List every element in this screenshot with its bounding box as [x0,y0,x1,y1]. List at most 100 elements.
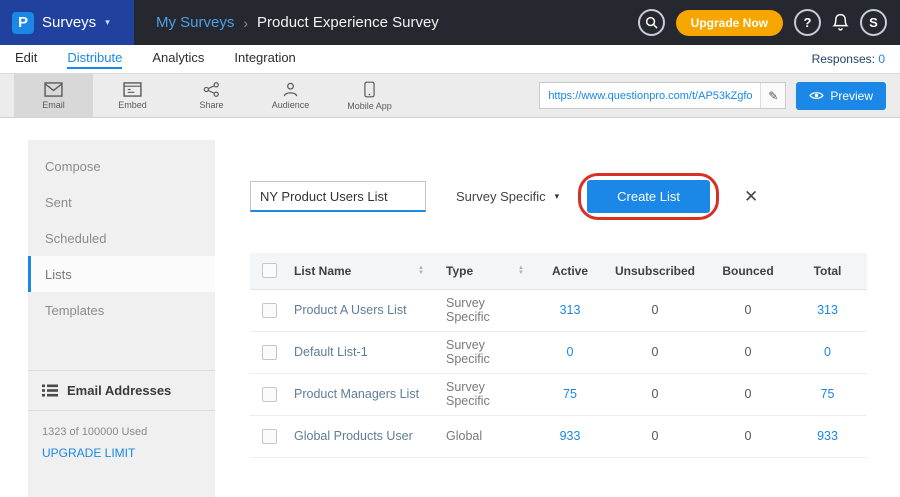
unsubscribed-count: 0 [602,415,708,457]
breadcrumb-my-surveys[interactable]: My Surveys [156,14,234,31]
channel-embed[interactable]: Embed [93,74,172,117]
sidebar-item-compose[interactable]: Compose [28,148,215,184]
questionpro-logo-icon: P [12,12,34,34]
share-icon [203,82,220,97]
row-checkbox[interactable] [262,303,277,318]
lists-panel: Survey Specific ▾ Create List ✕ List Nam… [215,140,900,497]
unsubscribed-count: 0 [602,289,708,331]
active-count[interactable]: 313 [538,289,602,331]
table-row: Product Managers List Survey Specific 75… [250,373,867,415]
search-button[interactable] [638,9,665,36]
channel-share[interactable]: Share [172,74,251,117]
question-mark-icon: ? [804,15,812,30]
bell-icon [832,13,849,32]
pencil-icon: ✎ [768,89,778,103]
create-list-row: Survey Specific ▾ Create List ✕ [250,180,900,213]
row-checkbox[interactable] [262,429,277,444]
table-row: Global Products User Global 933 0 0 933 [250,415,867,457]
header-total: Total [788,253,867,289]
sidebar-item-scheduled[interactable]: Scheduled [28,220,215,256]
bounced-count: 0 [708,373,788,415]
list-type-selected: Survey Specific [456,189,546,204]
table-row: Default List-1 Survey Specific 0 0 0 0 [250,331,867,373]
product-name: Surveys [42,14,96,31]
email-addresses-title: Email Addresses [67,383,171,398]
eye-icon [809,90,824,101]
list-type: Survey Specific [438,289,538,331]
active-count[interactable]: 75 [538,373,602,415]
table-row: Product A Users List Survey Specific 313… [250,289,867,331]
unsubscribed-count: 0 [602,331,708,373]
tab-integration[interactable]: Integration [234,50,295,69]
sort-icon: ▲▼ [418,266,424,276]
total-count[interactable]: 0 [788,331,867,373]
header-type[interactable]: Type ▲▼ [438,253,538,289]
channel-email[interactable]: Email [14,74,93,117]
help-button[interactable]: ? [794,9,821,36]
bounced-count: 0 [708,331,788,373]
user-avatar[interactable]: S [860,9,887,36]
header-bounced: Bounced [708,253,788,289]
row-checkbox[interactable] [262,387,277,402]
bounced-count: 0 [708,289,788,331]
header-list-name[interactable]: List Name ▲▼ [286,253,438,289]
responses-counter: Responses: 0 [812,52,885,66]
tab-analytics[interactable]: Analytics [152,50,204,69]
email-lists-table: List Name ▲▼ Type ▲▼ Active Unsubscribed… [250,253,867,458]
list-name-link[interactable]: Product A Users List [286,289,438,331]
header-actions: Upgrade Now ? S [638,9,900,36]
sort-icon: ▲▼ [518,266,524,276]
edit-url-button[interactable]: ✎ [760,83,785,108]
tab-edit[interactable]: Edit [15,50,37,69]
create-list-button[interactable]: Create List [587,180,710,213]
close-icon[interactable]: ✕ [744,187,758,207]
search-icon [645,16,658,29]
list-type: Global [438,415,538,457]
survey-url-box: ✎ [539,82,786,109]
list-type-dropdown[interactable]: Survey Specific ▾ [456,189,559,204]
preview-button[interactable]: Preview [796,82,886,110]
breadcrumb-separator: › [243,15,248,31]
select-all-checkbox[interactable] [262,263,277,278]
active-count[interactable]: 933 [538,415,602,457]
distribute-toolbar: Email Embed Share Audience Mobile App ✎ … [0,73,900,118]
upgrade-now-button[interactable]: Upgrade Now [676,10,783,36]
chevron-down-icon: ▾ [555,191,560,202]
email-addresses-block: Email Addresses 1323 of 100000 Used UPGR… [28,370,215,468]
list-type: Survey Specific [438,373,538,415]
list-name-link[interactable]: Global Products User [286,415,438,457]
breadcrumb: My Surveys › Product Experience Survey [156,14,638,31]
sidebar-item-sent[interactable]: Sent [28,184,215,220]
active-count[interactable]: 0 [538,331,602,373]
brand-menu[interactable]: P Surveys ▾ [0,0,134,45]
tabs: Edit Distribute Analytics Integration [15,50,812,69]
notifications-button[interactable] [832,13,849,32]
usage-text: 1323 of 100000 Used [28,411,215,438]
channel-audience[interactable]: Audience [251,74,330,117]
sidebar-item-lists[interactable]: Lists [28,256,215,292]
list-name-input[interactable] [250,181,426,212]
unsubscribed-count: 0 [602,373,708,415]
total-count[interactable]: 75 [788,373,867,415]
sidebar-item-templates[interactable]: Templates [28,292,215,328]
channel-mobile-app[interactable]: Mobile App [330,74,409,117]
total-count[interactable]: 313 [788,289,867,331]
table-header-row: List Name ▲▼ Type ▲▼ Active Unsubscribed… [250,253,867,289]
email-addresses-header: Email Addresses [28,370,215,411]
header-unsubscribed: Unsubscribed [602,253,708,289]
survey-url-input[interactable] [540,83,760,108]
tab-distribute[interactable]: Distribute [67,50,122,69]
section-tabbar: Edit Distribute Analytics Integration Re… [0,45,900,73]
row-checkbox[interactable] [262,345,277,360]
audience-icon [282,82,299,97]
email-sidebar: Compose Sent Scheduled Lists Templates E… [28,140,215,497]
bounced-count: 0 [708,415,788,457]
create-list-wrap: Create List [587,180,710,213]
upgrade-limit-link[interactable]: UPGRADE LIMIT [28,438,215,468]
breadcrumb-current-survey: Product Experience Survey [257,14,439,31]
list-type: Survey Specific [438,331,538,373]
list-name-link[interactable]: Product Managers List [286,373,438,415]
header-active: Active [538,253,602,289]
total-count[interactable]: 933 [788,415,867,457]
list-name-link[interactable]: Default List-1 [286,331,438,373]
